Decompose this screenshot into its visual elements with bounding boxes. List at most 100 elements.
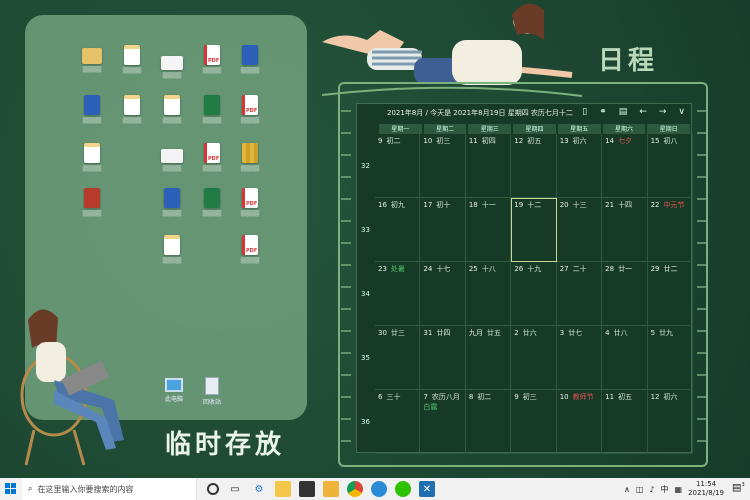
- desktop-icon-label: ▒▒▒▒: [240, 257, 260, 264]
- calendar-day[interactable]: 7 农历八月 白露: [420, 390, 466, 454]
- desktop-icon[interactable]: ▒▒▒▒: [150, 95, 194, 135]
- calendar-day[interactable]: 10 初三: [420, 134, 466, 198]
- desktop-icon[interactable]: ▒▒▒▒: [70, 143, 114, 183]
- calendar-day[interactable]: 2 廿六: [511, 326, 557, 390]
- calendar-day[interactable]: 11 初五: [602, 390, 648, 454]
- taskbar-search[interactable]: ⌕ 在这里输入你要搜索的内容: [22, 478, 197, 500]
- desktop-icon-label: 回收站: [202, 399, 221, 406]
- wechat-icon[interactable]: [395, 481, 411, 497]
- calendar-day[interactable]: 14 七夕: [602, 134, 648, 198]
- network-icon[interactable]: ◫: [636, 485, 644, 494]
- lunar-date: 初四: [481, 137, 496, 145]
- lunar-date: 初八: [663, 137, 678, 145]
- calendar-day[interactable]: 九月 廿五: [465, 326, 512, 390]
- calendar-day[interactable]: 31 廿四: [420, 326, 466, 390]
- desktop-icon[interactable]: ▒▒▒▒: [228, 143, 272, 183]
- calendar-icon[interactable]: ▤: [619, 107, 628, 117]
- calendar-day[interactable]: 4 廿八: [602, 326, 648, 390]
- link-icon[interactable]: ⚭: [599, 107, 607, 117]
- calendar-toolbar: ▯ ⚭ ▤ ← → ∨: [582, 107, 685, 117]
- notification-icon[interactable]: ▤3: [732, 482, 746, 496]
- desktop-icon[interactable]: ▒▒▒▒: [110, 95, 154, 135]
- calendar-day[interactable]: 27 二十: [556, 262, 603, 326]
- desktop-icon[interactable]: ▒▒▒▒: [70, 95, 114, 135]
- lunar-date: 初十: [436, 201, 451, 209]
- edge-icon[interactable]: [371, 481, 387, 497]
- task-view-icon[interactable]: ▭: [227, 481, 243, 497]
- calendar-day[interactable]: 3 廿七: [556, 326, 603, 390]
- calendar-day[interactable]: 28 廿一: [602, 262, 648, 326]
- chevron-up-icon[interactable]: ∧: [624, 485, 630, 494]
- desktop-icon[interactable]: ▒▒▒▒: [228, 45, 272, 85]
- calendar-day[interactable]: 23 处暑: [375, 262, 421, 326]
- app-yellow-icon[interactable]: [323, 481, 339, 497]
- week-number: 35: [361, 354, 370, 362]
- calendar-day[interactable]: 30 廿三: [375, 326, 421, 390]
- calendar-day[interactable]: 8 初二: [465, 390, 512, 454]
- app-dark-icon[interactable]: [299, 481, 315, 497]
- excel-file-icon: [204, 95, 220, 115]
- desktop-icon[interactable]: PDF ▒▒▒▒: [228, 235, 272, 275]
- schedule-title: 日程: [598, 46, 659, 76]
- windows-icon: [5, 483, 16, 494]
- weekday-header: 星期一: [379, 124, 422, 134]
- chrome-icon[interactable]: [347, 481, 363, 497]
- desktop-icon[interactable]: ▒▒▒▒: [70, 188, 114, 228]
- calendar-day[interactable]: 20 十三: [556, 198, 603, 262]
- arrow-right-icon[interactable]: →: [659, 107, 667, 117]
- arrow-left-icon[interactable]: ←: [639, 107, 647, 117]
- calendar-day[interactable]: 12 初五: [511, 134, 557, 198]
- calendar-day[interactable]: 21 十四: [602, 198, 648, 262]
- calendar-day[interactable]: 11 初四: [465, 134, 512, 198]
- word-file-icon: [84, 95, 100, 115]
- calendar-day[interactable]: 29 廿二: [647, 262, 693, 326]
- desktop-icon[interactable]: ▒▒▒▒: [70, 45, 114, 85]
- desktop-icon-label: ▒▒▒▒: [240, 165, 260, 172]
- calendar-day[interactable]: 15 初八: [647, 134, 693, 198]
- calendar-weekday-row: 星期一 星期二 星期三 星期四 星期五 星期六 星期日: [378, 124, 691, 134]
- app-switch-icon[interactable]: ⚙: [251, 481, 267, 497]
- volume-icon[interactable]: ♪: [649, 485, 654, 494]
- lunar-date: 初五: [527, 137, 542, 145]
- desktop-icon-label: ▒▒▒▒: [122, 67, 142, 74]
- calendar-day[interactable]: 25 十八: [465, 262, 512, 326]
- calendar-day[interactable]: 18 十一: [465, 198, 512, 262]
- calendar-day[interactable]: 22 中元节: [647, 198, 693, 262]
- desktop-icon[interactable]: 回收站: [190, 375, 234, 415]
- lunar-date: 农历八月: [431, 393, 460, 401]
- calendar-day[interactable]: 9 初三: [511, 390, 557, 454]
- app-x-icon[interactable]: ✕: [419, 481, 435, 497]
- calendar-day[interactable]: 6 三十: [375, 390, 421, 454]
- desktop-icon[interactable]: ▒▒▒▒: [150, 235, 194, 275]
- desktop-icon[interactable]: ▒▒▒▒: [150, 145, 194, 185]
- chevron-down-icon[interactable]: ∨: [678, 107, 685, 117]
- desktop-icon-label: ▒▒▒▒: [162, 72, 182, 79]
- grid-icon[interactable]: ▦: [675, 485, 683, 494]
- desktop-icon[interactable]: ▒▒▒▒: [150, 52, 194, 92]
- cortana-icon[interactable]: [207, 483, 219, 495]
- desktop-icon[interactable]: ▒▒▒▒: [110, 45, 154, 85]
- clock[interactable]: 11:54 2021/8/19: [688, 480, 724, 498]
- phone-icon[interactable]: ▯: [582, 107, 587, 117]
- calendar-day[interactable]: 16 初九: [375, 198, 421, 262]
- start-button[interactable]: [0, 478, 22, 500]
- calendar-day[interactable]: 26 十九: [511, 262, 557, 326]
- calendar-day[interactable]: 13 初六: [556, 134, 603, 198]
- calendar-day[interactable]: 5 廿九: [647, 326, 693, 390]
- calendar-day-today[interactable]: 19 十二: [511, 198, 557, 262]
- desktop-icon-label: ▒▒▒▒: [162, 210, 182, 217]
- calendar-day[interactable]: 9 初二: [375, 134, 421, 198]
- calendar-widget: 2021年8月 / 今天是 2021年8月19日 星期四 农历七月十二 ▯ ⚭ …: [356, 103, 693, 454]
- file-explorer-icon[interactable]: [275, 481, 291, 497]
- desktop-icon-label: ▒▒▒▒: [162, 165, 182, 172]
- day-number: 30: [378, 329, 387, 337]
- desktop-icon[interactable]: PDF ▒▒▒▒: [228, 188, 272, 228]
- calendar-day[interactable]: 24 十七: [420, 262, 466, 326]
- desktop-icon[interactable]: PDF ▒▒▒▒: [228, 95, 272, 135]
- ime-indicator[interactable]: 中: [661, 484, 669, 495]
- calendar-day[interactable]: 10 教师节: [556, 390, 603, 454]
- desktop-icon[interactable]: ▒▒▒▒: [150, 188, 194, 228]
- day-number: 19: [514, 201, 524, 209]
- calendar-day[interactable]: 17 初十: [420, 198, 466, 262]
- calendar-day[interactable]: 12 初六: [647, 390, 693, 454]
